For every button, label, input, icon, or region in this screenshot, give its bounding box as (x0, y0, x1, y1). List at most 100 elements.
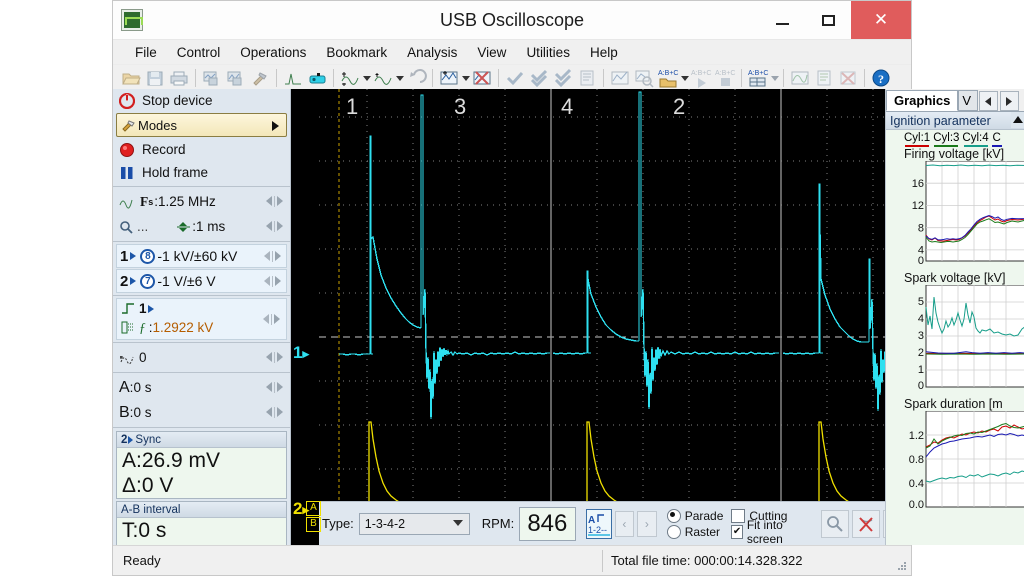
prev-wave-icon[interactable] (372, 68, 394, 88)
abc-table-dropdown-icon[interactable] (770, 68, 779, 88)
minimize-button[interactable] (759, 1, 805, 39)
filter-stepper[interactable] (263, 350, 285, 364)
check-icon[interactable] (504, 68, 526, 88)
tab-next-button[interactable] (1000, 91, 1020, 111)
chart-1-ytick: 16 (912, 178, 924, 190)
cursor-b-row[interactable]: B: 0 s (113, 400, 290, 425)
menu-analysis[interactable]: Analysis (397, 43, 467, 62)
display-mode-button[interactable]: A 1-2-- (585, 508, 612, 539)
menu-operations[interactable]: Operations (230, 43, 316, 62)
cursor-a-stepper[interactable] (263, 380, 285, 394)
graphics-panel: Graphics V Ignition parameter Cyl:1 Cyl:… (885, 89, 1024, 545)
stop-device-button[interactable]: Stop device (113, 89, 290, 112)
cursor-b-handle[interactable]: B (306, 517, 321, 532)
menu-view[interactable]: View (467, 43, 516, 62)
delete-graph-icon[interactable] (471, 68, 493, 88)
svg-text:1-2--: 1-2-- (588, 525, 607, 535)
open-folder-icon[interactable] (120, 68, 142, 88)
menu-help[interactable]: Help (580, 43, 628, 62)
chart-spark-voltage[interactable]: 5 4 3 2 1 0 (908, 284, 1024, 397)
menu-control[interactable]: Control (167, 43, 231, 62)
abc-play-icon[interactable]: A:B+C (690, 68, 712, 88)
trigger-stepper[interactable] (260, 312, 282, 326)
menu-bookmark[interactable]: Bookmark (316, 43, 397, 62)
chart-1-ytick: 8 (918, 223, 924, 235)
hammer-icon[interactable] (249, 68, 271, 88)
prev-wave-dropdown-icon[interactable] (395, 68, 404, 88)
channel-2-stepper[interactable] (261, 274, 283, 288)
check-double-down-icon[interactable] (552, 68, 574, 88)
menu-file[interactable]: File (125, 43, 167, 62)
delete-red-icon (859, 516, 873, 532)
divider (113, 372, 290, 373)
abc-open-dropdown-icon[interactable] (680, 68, 689, 88)
graphics-subtitle-bar[interactable]: Ignition parameter (886, 112, 1024, 130)
tab-prev-button[interactable] (979, 91, 999, 111)
sample-rate-row[interactable]: Fs : 1.25 MHz (113, 189, 290, 214)
delete-red-icon[interactable] (837, 68, 859, 88)
raster-option[interactable]: Raster (666, 524, 724, 540)
cursor-a-handle[interactable]: A (306, 501, 321, 516)
next-wave-dropdown-icon[interactable] (362, 68, 371, 88)
close-button[interactable]: ✕ (851, 1, 911, 39)
abc-stop-icon[interactable]: A:B+C (714, 68, 736, 88)
chart-firing-voltage[interactable]: 16 12 8 4 0 (908, 160, 1024, 271)
trigger-box[interactable]: 1 ƒ: 1.2922 kV (116, 298, 287, 340)
chart-icon[interactable] (609, 68, 631, 88)
next-wave-icon[interactable] (339, 68, 361, 88)
abc-table-icon[interactable]: A:B+C (747, 68, 769, 88)
list-icon[interactable] (576, 68, 598, 88)
spike-icon[interactable] (282, 68, 304, 88)
copy-frame-icon[interactable] (201, 68, 223, 88)
main-content: Stop device Modes Record Hold frame Fs : (113, 89, 911, 569)
ch1-marker[interactable]: 1▸ (293, 343, 309, 363)
tab-values[interactable]: V (958, 90, 979, 111)
help-icon[interactable]: ? (870, 68, 892, 88)
trigger-channel: 1 (139, 301, 147, 316)
firing-order-select[interactable]: 1-3-4-2 (358, 512, 470, 535)
timebase-row[interactable]: ... : 1 ms (113, 214, 290, 239)
graph-marker-dropdown-icon[interactable] (461, 68, 470, 88)
sample-rate-value: 1.25 MHz (158, 194, 216, 209)
chart-spark-duration[interactable]: 1.2 0.8 0.4 0.0 (908, 410, 1024, 515)
filter-row[interactable]: 0 (113, 345, 290, 370)
graph-marker-icon[interactable] (438, 68, 460, 88)
channel-2-row[interactable]: 2 7 -1 V/±6 V (116, 269, 287, 293)
print-icon[interactable] (168, 68, 190, 88)
cutting-checkbox[interactable] (731, 508, 746, 523)
cursor-b-stepper[interactable] (263, 405, 285, 419)
report-icon[interactable] (813, 68, 835, 88)
maximize-button[interactable] (805, 1, 851, 39)
tab-graphics[interactable]: Graphics (886, 90, 959, 111)
status-left: Ready (123, 553, 161, 568)
channel-1-stepper[interactable] (261, 249, 283, 263)
sample-rate-stepper[interactable] (263, 194, 285, 208)
next-frame-button[interactable]: › (637, 510, 657, 537)
menu-utilities[interactable]: Utilities (516, 43, 580, 62)
waveform-canvas[interactable]: 1 3 4 2 1▸ 2▸ A B (291, 89, 893, 545)
wave-green-icon[interactable] (789, 68, 811, 88)
hold-frame-button[interactable]: Hold frame (113, 161, 290, 184)
prev-frame-button[interactable]: ‹ (614, 510, 635, 537)
parade-option[interactable]: Parade (666, 508, 723, 524)
chart-zoom-icon[interactable] (633, 68, 655, 88)
abc-open-icon[interactable]: A:B+C (657, 68, 679, 88)
cursor-a-row[interactable]: A: 0 s (113, 375, 290, 400)
modes-button[interactable]: Modes (116, 113, 287, 137)
fit-checkbox[interactable]: ✔ (731, 524, 743, 539)
zoom-button[interactable] (821, 509, 849, 538)
clear-button[interactable] (852, 509, 880, 538)
channel-1-row[interactable]: 1 8 -1 kV/±60 kV (116, 244, 287, 268)
scope-device-icon[interactable] (306, 68, 328, 88)
record-button[interactable]: Record (113, 138, 290, 161)
paste-frame-icon[interactable] (225, 68, 247, 88)
undo-icon[interactable] (405, 68, 427, 88)
check-down-icon[interactable] (528, 68, 550, 88)
save-icon[interactable] (144, 68, 166, 88)
parade-radio[interactable] (666, 508, 681, 523)
fit-option[interactable]: ✔ Fit into screen (731, 518, 806, 546)
raster-radio[interactable] (666, 524, 681, 539)
collapse-up-icon[interactable] (1011, 112, 1024, 128)
timebase-stepper[interactable] (263, 219, 285, 233)
resize-grip[interactable] (897, 561, 907, 571)
